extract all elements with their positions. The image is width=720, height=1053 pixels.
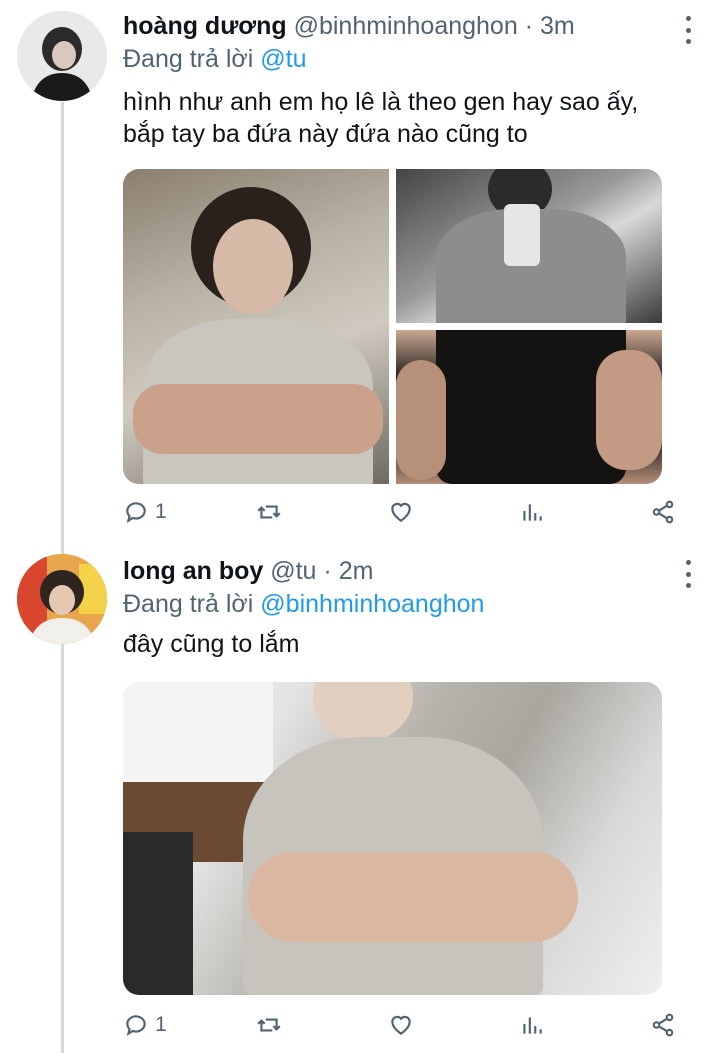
replying-to-label: Đang trả lời — [123, 590, 254, 618]
retweet-button[interactable] — [256, 1010, 282, 1040]
reply-icon — [126, 502, 146, 523]
retweet-icon — [257, 505, 281, 519]
timestamp[interactable]: 2m — [339, 557, 374, 585]
avatar-photo-icon — [17, 554, 107, 644]
tweet[interactable]: long an boy @tu · 2m Đang trả lời @binhm… — [0, 545, 720, 1053]
avatar[interactable] — [17, 11, 107, 101]
display-name[interactable]: long an boy — [123, 557, 263, 585]
tweet-text: đây cũng to lắm — [123, 630, 300, 658]
views-button[interactable] — [519, 497, 545, 527]
media-photo[interactable] — [396, 169, 662, 323]
more-vertical-icon[interactable] — [684, 16, 692, 44]
separator-dot: · — [323, 557, 332, 585]
media-photo[interactable] — [396, 330, 662, 484]
display-name[interactable]: hoàng dương — [123, 12, 287, 40]
share-button[interactable] — [650, 497, 676, 527]
avatar-photo-icon — [17, 11, 107, 101]
reply-button[interactable]: 1 — [123, 497, 167, 527]
media-photo[interactable] — [123, 682, 662, 995]
reply-button[interactable]: 1 — [123, 1010, 167, 1040]
share-icon — [652, 500, 674, 524]
separator-dot: · — [524, 12, 534, 40]
tweet-text: hình như anh em họ lê là theo gen hay sa… — [123, 88, 639, 148]
more-vertical-icon[interactable] — [684, 560, 692, 588]
reply-count: 1 — [155, 1013, 167, 1036]
views-icon — [523, 1017, 542, 1034]
retweet-button[interactable] — [256, 497, 282, 527]
tweet-media-grid[interactable] — [123, 682, 662, 995]
retweet-icon — [257, 1018, 281, 1032]
tweet-header: long an boy @tu · 2m — [123, 557, 373, 586]
avatar[interactable] — [17, 554, 107, 644]
user-handle[interactable]: @binhminhoanghon — [294, 12, 518, 40]
tweet-media-grid[interactable] — [123, 169, 662, 484]
timestamp[interactable]: 3m — [540, 12, 575, 40]
like-button[interactable] — [388, 497, 414, 527]
replying-to-label: Đang trả lời — [123, 45, 254, 73]
views-icon — [523, 504, 542, 521]
tweet-header: hoàng dương @binhminhoanghon · 3m — [123, 12, 575, 41]
tweet[interactable]: hoàng dương @binhminhoanghon · 3m Đang t… — [0, 0, 720, 545]
heart-icon — [391, 1015, 411, 1035]
user-handle[interactable]: @tu — [270, 557, 316, 585]
tweet-actions: 1 — [123, 1010, 679, 1040]
replying-to: Đang trả lời @tu — [123, 45, 307, 74]
views-button[interactable] — [519, 1010, 545, 1040]
media-photo[interactable] — [123, 169, 389, 484]
reply-count: 1 — [155, 500, 167, 523]
share-icon — [652, 1013, 674, 1037]
like-button[interactable] — [388, 1010, 414, 1040]
share-button[interactable] — [650, 1010, 676, 1040]
reply-icon — [126, 1015, 146, 1036]
replying-to: Đang trả lời @binhminhoanghon — [123, 590, 484, 619]
replying-to-mention[interactable]: @binhminhoanghon — [260, 590, 484, 618]
tweet-actions: 1 — [123, 497, 679, 527]
replying-to-mention[interactable]: @tu — [260, 45, 306, 73]
heart-icon — [391, 502, 411, 522]
